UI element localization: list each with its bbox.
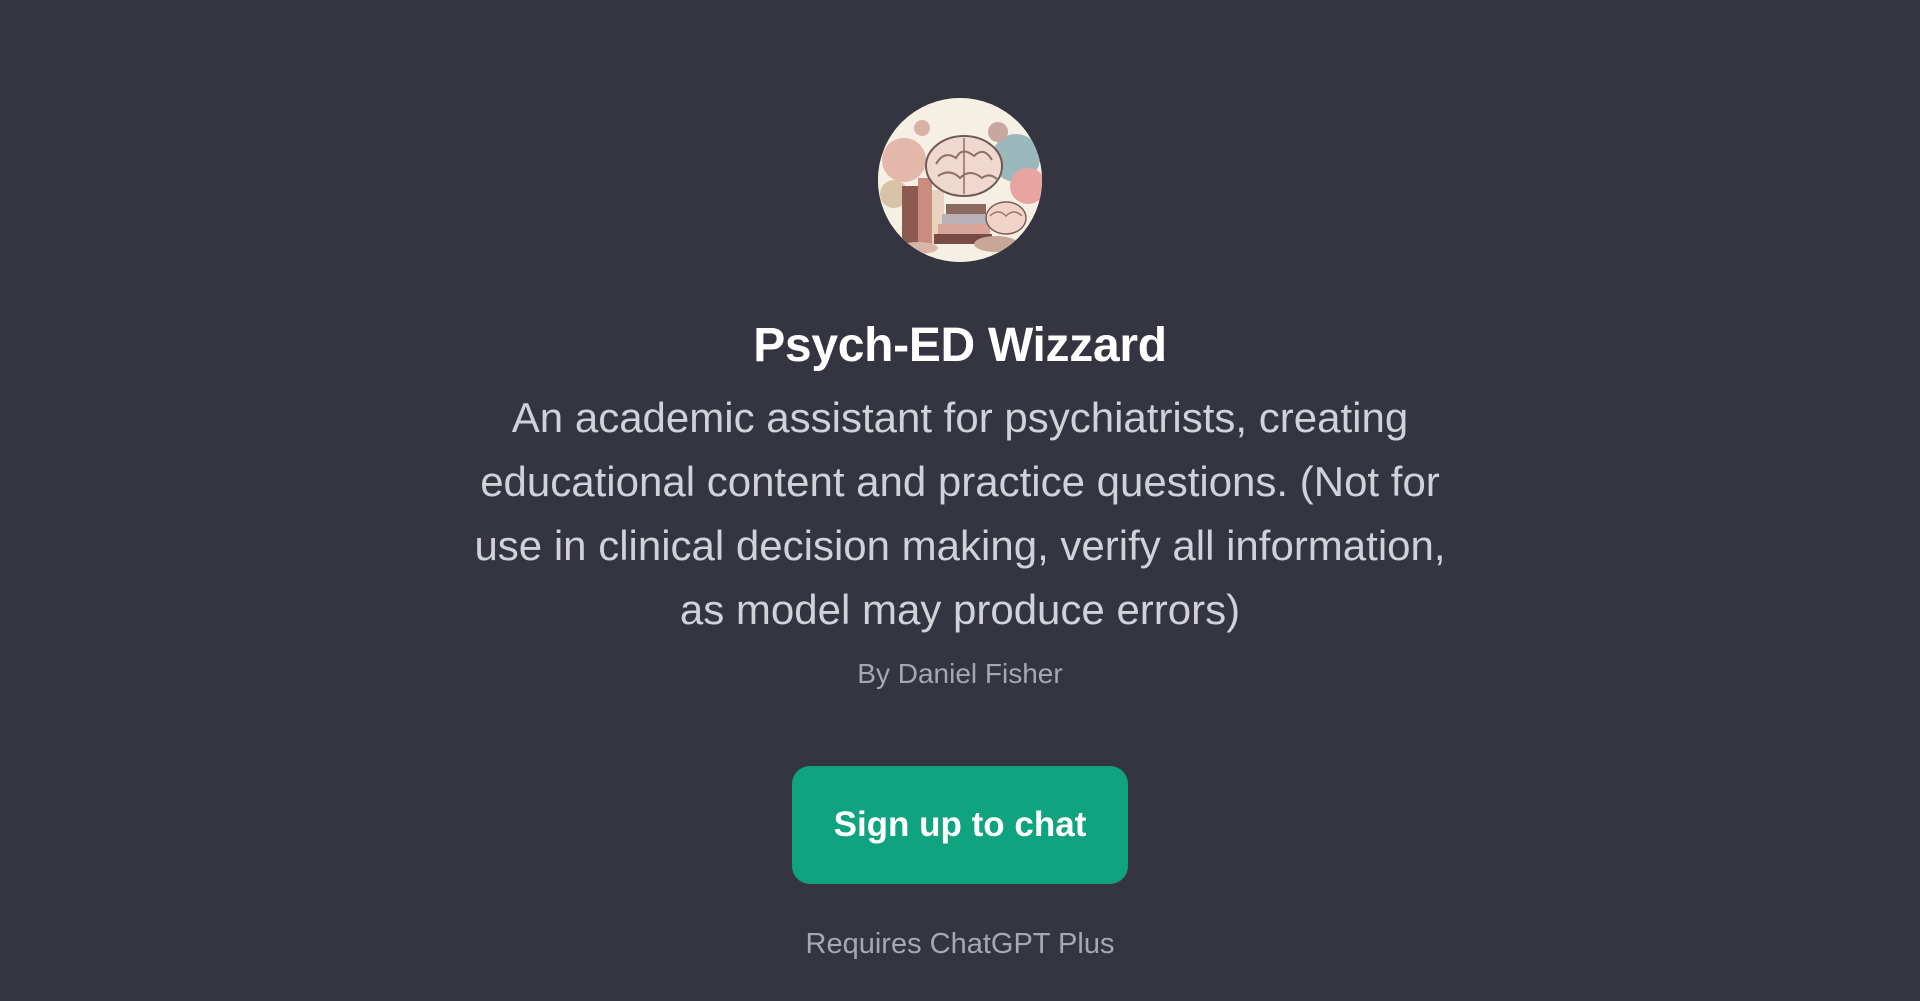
requires-plus-note: Requires ChatGPT Plus xyxy=(805,928,1115,960)
sign-up-to-chat-button[interactable]: Sign up to chat xyxy=(792,766,1128,884)
brain-books-illustration-icon xyxy=(878,98,1042,262)
gpt-author: By Daniel Fisher xyxy=(857,658,1063,689)
gpt-description: An academic assistant for psychiatrists,… xyxy=(474,394,1446,633)
gpt-title: Psych-ED Wizzard xyxy=(753,319,1167,372)
gpt-landing-page: Psych-ED Wizzard An academic assistant f… xyxy=(0,0,1920,1001)
